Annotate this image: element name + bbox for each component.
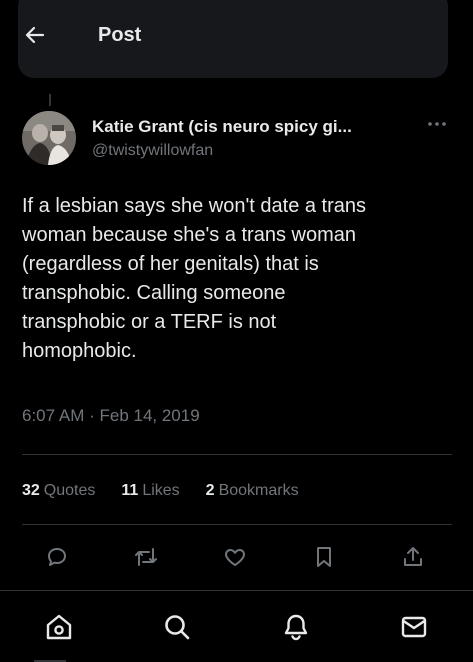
likes-label: Likes: [142, 482, 180, 499]
nav-home[interactable]: [29, 597, 89, 657]
bookmarks-count: 2: [205, 482, 215, 499]
likes-stat[interactable]: 11 Likes: [121, 482, 179, 500]
share-icon: [404, 547, 422, 566]
bookmark-button[interactable]: [307, 540, 341, 574]
tweet-text: If a lesbian says she won't date a trans…: [22, 195, 367, 362]
like-icon: [225, 549, 245, 566]
reply-icon: [48, 548, 66, 566]
bookmarks-label: Bookmarks: [218, 482, 299, 499]
retweet-icon: [135, 548, 157, 566]
like-button[interactable]: [218, 540, 252, 574]
quotes-label: Quotes: [43, 482, 96, 499]
engagement-stats: 32 Quotes 11 Likes 2 Bookmarks: [22, 480, 325, 502]
arrow-left-icon: [25, 26, 45, 44]
top-header: Post: [0, 0, 473, 80]
search-icon: [165, 614, 190, 639]
tweet-author-row: Katie Grant (cis neuro spicy gi... @twis…: [22, 110, 452, 166]
back-button[interactable]: [12, 12, 58, 58]
divider: [22, 524, 452, 525]
home-icon: [46, 614, 72, 639]
bookmark-icon: [317, 547, 331, 567]
page-title: Post: [98, 23, 142, 46]
more-options-button[interactable]: [422, 114, 452, 134]
thread-connector-line: [49, 94, 51, 106]
nav-notifications[interactable]: [266, 597, 326, 657]
tweet-actions: [40, 540, 430, 574]
tweet-timestamp[interactable]: 6:07 AM · Feb 14, 2019: [22, 406, 200, 426]
nav-messages[interactable]: [384, 597, 444, 657]
divider: [22, 454, 452, 455]
retweet-button[interactable]: [129, 540, 163, 574]
likes-count: 11: [121, 482, 139, 499]
quotes-stat[interactable]: 32 Quotes: [22, 482, 95, 500]
bottom-navigation: [0, 590, 473, 662]
avatar[interactable]: [22, 111, 76, 165]
more-horizontal-icon: [428, 122, 446, 126]
header-bar: Post: [0, 12, 473, 58]
profile-photo-icon: [22, 111, 76, 165]
bookmarks-stat[interactable]: 2 Bookmarks: [206, 482, 299, 500]
quotes-count: 32: [22, 482, 40, 499]
share-button[interactable]: [396, 540, 430, 574]
author-handle[interactable]: @twistywillowfan: [92, 142, 392, 160]
messages-icon: [401, 616, 427, 637]
notifications-icon: [284, 614, 307, 640]
reply-button[interactable]: [40, 540, 74, 574]
author-name[interactable]: Katie Grant (cis neuro spicy gi...: [92, 117, 392, 137]
nav-search[interactable]: [147, 597, 207, 657]
